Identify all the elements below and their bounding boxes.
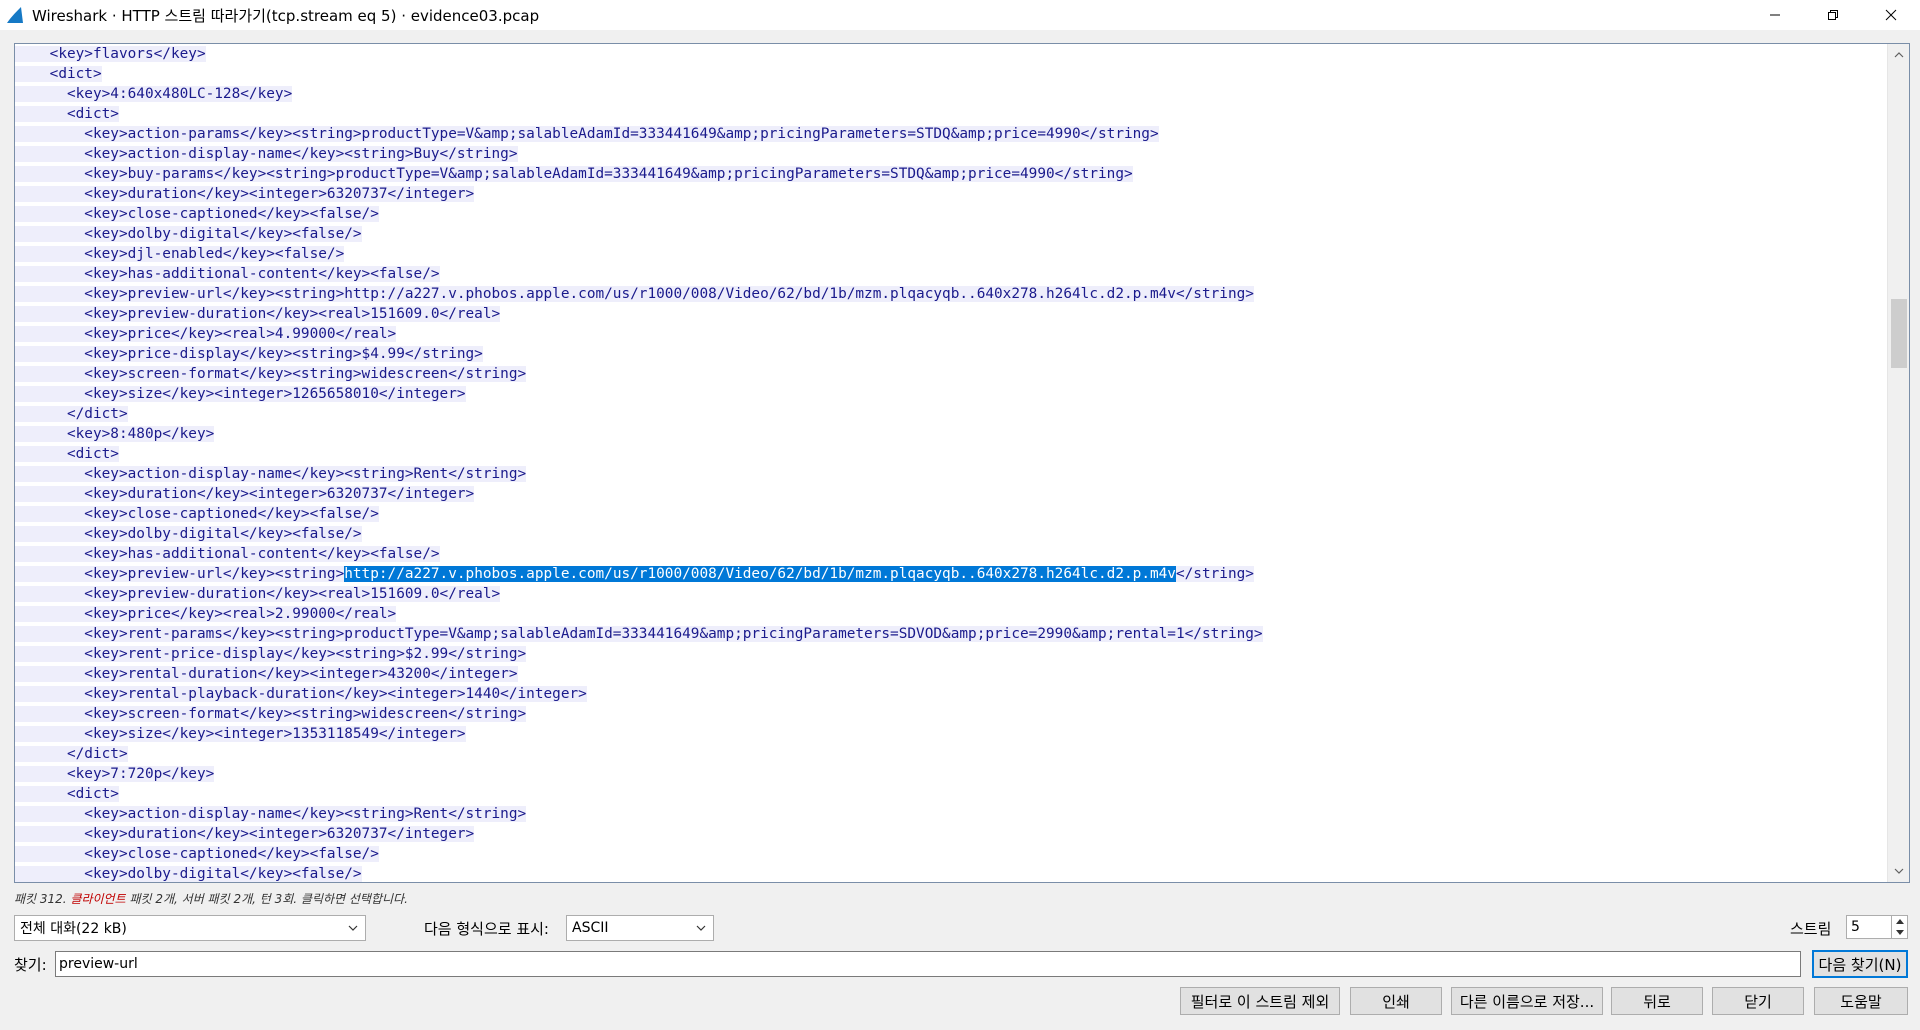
stream-line: <key>screen-format</key><string>widescre…: [15, 706, 527, 722]
stream-content[interactable]: <key>flavors</key> <dict> <key>4:640x480…: [15, 44, 1887, 882]
stream-line: <key>action-display-name</key><string>Re…: [15, 806, 527, 822]
wireshark-fin-icon: [4, 4, 26, 26]
minimize-icon: [1770, 14, 1780, 16]
stream-line: <dict>: [15, 106, 119, 122]
stream-line: <key>size</key><integer>1265658010</inte…: [15, 386, 466, 402]
stream-line: <key>screen-format</key><string>widescre…: [15, 366, 527, 382]
stream-line: <key>action-display-name</key><string>Bu…: [15, 146, 518, 162]
close-window-button[interactable]: [1862, 0, 1920, 30]
stream-label: 스트림: [1790, 920, 1832, 938]
window-controls: [1746, 0, 1920, 30]
stream-line: <key>flavors</key>: [15, 46, 206, 62]
window-title: Wireshark · HTTP 스트림 따라가기(tcp.stream eq …: [32, 6, 540, 25]
stream-line: <key>8:480p</key>: [15, 426, 215, 442]
close-button[interactable]: 닫기: [1712, 987, 1804, 1015]
stream-line: <key>close-captioned</key><false/>: [15, 206, 379, 222]
stream-line: <key>rental-duration</key><integer>43200…: [15, 666, 518, 682]
stream-line: <key>price-display</key><string>$4.99</s…: [15, 346, 483, 362]
stream-text-view[interactable]: <key>flavors</key> <dict> <key>4:640x480…: [14, 43, 1910, 883]
chevron-up-icon[interactable]: [1888, 46, 1909, 64]
stream-line: <key>action-display-name</key><string>Re…: [15, 466, 527, 482]
conversation-select[interactable]: 전체 대화(22 kB): [14, 915, 366, 941]
status-suffix: 패킷 2개, 서버 패킷 2개, 턴 3회. 클릭하면 선택합니다.: [125, 892, 408, 906]
find-next-button[interactable]: 다음 찾기(N): [1812, 950, 1908, 978]
stream-line: <key>preview-duration</key><real>151609.…: [15, 306, 501, 322]
minimize-button[interactable]: [1746, 0, 1804, 30]
filter-out-stream-button[interactable]: 필터로 이 스트림 제외: [1180, 987, 1340, 1015]
stream-line: <key>price</key><real>2.99000</real>: [15, 606, 397, 622]
back-button[interactable]: 뒤로: [1611, 987, 1703, 1015]
stream-line: <key>buy-params</key><string>productType…: [15, 166, 1133, 182]
stream-line: </dict>: [15, 406, 128, 422]
stream-line: <key>rent-price-display</key><string>$2.…: [15, 646, 527, 662]
stream-line: <key>preview-duration</key><real>151609.…: [15, 586, 501, 602]
stream-line: <key>duration</key><integer>6320737</int…: [15, 186, 475, 202]
stream-line: <key>close-captioned</key><false/>: [15, 506, 379, 522]
spinner-down-icon[interactable]: [1892, 927, 1907, 938]
stream-line: <key>size</key><integer>1353118549</inte…: [15, 726, 466, 742]
show-as-label: 다음 형식으로 표시:: [424, 920, 549, 938]
stream-line: <key>4:640x480LC-128</key>: [15, 86, 293, 102]
stream-line: <key>duration</key><integer>6320737</int…: [15, 826, 475, 842]
stream-line: <dict>: [15, 786, 119, 802]
format-select[interactable]: ASCII: [566, 915, 714, 941]
stream-line: <key>7:720p</key>: [15, 766, 215, 782]
restore-button[interactable]: [1804, 0, 1862, 30]
stream-status: 패킷 312. 클라이언트 패킷 2개, 서버 패킷 2개, 턴 3회. 클릭하…: [14, 890, 408, 907]
title-bar: Wireshark · HTTP 스트림 따라가기(tcp.stream eq …: [0, 0, 1920, 30]
stream-line: <dict>: [15, 446, 119, 462]
stream-line: <key>has-additional-content</key><false/…: [15, 266, 440, 282]
stream-line: <dict>: [15, 66, 102, 82]
vertical-scrollbar[interactable]: [1887, 44, 1909, 882]
chevron-down-icon: [694, 921, 708, 935]
format-select-value: ASCII: [572, 920, 609, 936]
save-as-button[interactable]: 다른 이름으로 저장...: [1451, 987, 1603, 1015]
close-icon: [1885, 9, 1897, 21]
print-button[interactable]: 인쇄: [1350, 987, 1442, 1015]
spinner-up-icon[interactable]: [1892, 916, 1907, 927]
stream-line: <key>rental-playback-duration</key><inte…: [15, 686, 587, 702]
stream-line: <key>action-params</key><string>productT…: [15, 126, 1159, 142]
scrollbar-thumb[interactable]: [1891, 299, 1907, 368]
status-prefix: 패킷 312.: [14, 892, 71, 906]
stream-line: <key>has-additional-content</key><false/…: [15, 546, 440, 562]
stream-number-spinner[interactable]: 5: [1846, 915, 1908, 939]
find-label: 찾기:: [14, 956, 47, 974]
conversation-select-value: 전체 대화(22 kB): [20, 921, 127, 937]
stream-line: <key>djl-enabled</key><false/>: [15, 246, 345, 262]
chevron-down-icon: [346, 921, 360, 935]
stream-line: <key>duration</key><integer>6320737</int…: [15, 486, 475, 502]
stream-line: <key>dolby-digital</key><false/>: [15, 226, 362, 242]
stream-line: <key>close-captioned</key><false/>: [15, 846, 379, 862]
status-client-label: 클라이언트: [70, 892, 126, 906]
find-input[interactable]: preview-url: [55, 951, 1801, 977]
help-button[interactable]: 도움말: [1814, 987, 1908, 1015]
stream-line: <key>price</key><real>4.99000</real>: [15, 326, 397, 342]
spinner-buttons: [1891, 916, 1907, 938]
stream-line: <key>preview-url</key><string>http://a22…: [15, 566, 1254, 582]
stream-line: <key>dolby-digital</key><false/>: [15, 866, 362, 882]
chevron-down-icon[interactable]: [1888, 862, 1909, 880]
stream-number-value: 5: [1851, 919, 1860, 935]
stream-line: <key>rent-params</key><string>productTyp…: [15, 626, 1263, 642]
selected-text: http://a227.v.phobos.apple.com/us/r1000/…: [344, 566, 1176, 582]
stream-line: </dict>: [15, 746, 128, 762]
stream-line: <key>preview-url</key><string>http://a22…: [15, 286, 1254, 302]
stream-line: <key>dolby-digital</key><false/>: [15, 526, 362, 542]
restore-icon: [1828, 10, 1838, 20]
